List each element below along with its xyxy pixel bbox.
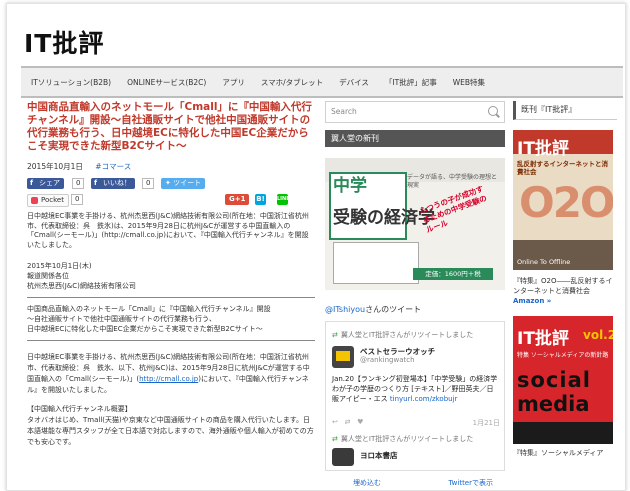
cover-big-title-1: social — [517, 368, 591, 392]
article-meta: 2015年10月1日 #コマース — [27, 161, 315, 172]
article-body: 日中越境EC事業を手掛ける、杭州杰思西(J&C)網絡技術有限公司(所在地：中国浙… — [27, 353, 310, 394]
magazine-cover-o2o[interactable]: IT批評 乱反射するインターネットと消費社会 O2O Online To Off… — [513, 130, 613, 270]
amazon-link[interactable]: Amazon » — [513, 297, 551, 305]
facebook-like-button[interactable]: f いいね！ — [91, 178, 135, 189]
release-company: 杭州杰思西(J&C)網絡技術有限公司 — [27, 282, 136, 290]
divider — [27, 297, 315, 298]
hatena-bookmark-button[interactable]: B! — [255, 194, 266, 205]
book-cover[interactable]: 中学 受験の経済学 データが語る、中学受験の理想と現実 ふつうの子が成功するため… — [325, 158, 505, 290]
retweet-icon: ⇄ — [332, 331, 338, 339]
cover-brand: IT批評 — [517, 329, 569, 349]
tweets-heading: @ITshiyouさんのツイート — [325, 305, 422, 314]
tweet-link[interactable]: tinyurl.com/zkobujr — [390, 395, 458, 403]
magazine-caption: 『特集』O2O――乱反射するインターネットと消費社会 Amazon » — [513, 277, 613, 305]
retweet-notice: ⇄ 翼人堂とIT批評さんがリツイートしました — [332, 331, 474, 339]
facebook-icon: f — [30, 179, 34, 187]
sidebar: 既刊『IT批評』 IT批評 乱反射するインターネットと消費社会 O2O Onli… — [513, 101, 617, 458]
tweet-author-name[interactable]: ヨロ本書店 — [360, 450, 398, 461]
share-bar: f シェア 0 f いいね！ 0 ✦ ツイート — [27, 178, 315, 189]
cover-brand: IT批評 — [517, 139, 569, 159]
nav-item-device[interactable]: デバイス — [331, 77, 377, 88]
cover-footer-text: Online To Offline — [517, 258, 571, 266]
middle-column: Search 翼人堂の新刊 中学 受験の経済学 データが語る、中学受験の理想と現… — [325, 101, 505, 490]
release-date: 2015年10月1日(木) — [27, 262, 92, 270]
nav-item-smartphone[interactable]: スマホ/タブレット — [253, 77, 331, 88]
tweet-button[interactable]: ✦ ツイート — [161, 178, 206, 189]
reply-icon[interactable]: ↩ — [332, 418, 338, 426]
cover-big-title-2: media — [517, 392, 590, 416]
page-frame: IT批評 ITソリューション(B2B) ONLINEサービス(B2C) アプリ … — [6, 3, 626, 491]
article-date: 2015年10月1日 — [27, 162, 83, 171]
pocket-count: 0 — [71, 194, 84, 205]
main-nav: ITソリューション(B2B) ONLINEサービス(B2C) アプリ スマホ/タ… — [21, 66, 623, 98]
cover-subtitle: 特集 ソーシャルメディアの新針路 — [517, 352, 609, 359]
nav-item-articles[interactable]: 「IT批評」記事 — [377, 77, 445, 88]
nav-item-it-solution[interactable]: ITソリューション(B2B) — [21, 77, 119, 88]
article: 中国商品直輸入のネットモール「Cmall」に『中国輸入代行チャンネル』開設〜自社… — [27, 101, 315, 448]
tweet-author-handle[interactable]: @rankingwatch — [360, 356, 415, 364]
release-headline-line: 〜自社通販サイトで他社中国通販サイトの代行業務も行う、 — [27, 315, 216, 323]
like-icon[interactable]: ♥ — [357, 418, 363, 426]
twitter-timeline: ⇄ 翼人堂とIT批評さんがリツイートしました ベストセラーウオッチ @rankin… — [325, 321, 505, 471]
share-bar-2: Pocket 0 G+1 B! LINE — [27, 194, 315, 207]
pocket-button[interactable]: Pocket — [27, 194, 69, 207]
article-tag[interactable]: #コマース — [95, 162, 131, 171]
facebook-share-button[interactable]: f シェア — [27, 178, 64, 189]
release-headline: 中国商品直輸入のネットモール「Cmall」に『中国輸入代行チャンネル』開設 〜自… — [27, 304, 315, 334]
press-release-info: 2015年10月1日(木) 報道関係各位 杭州杰思西(J&C)網絡技術有限公司 — [27, 261, 315, 291]
article-title: 中国商品直輸入のネットモール「Cmall」に『中国輸入代行チャンネル』開設〜自社… — [27, 101, 312, 152]
release-audience: 報道関係各位 — [27, 272, 69, 280]
retweet-notice: ⇄ 翼人堂とIT批評さんがリツイートしました — [332, 435, 474, 443]
retweet-icon: ⇄ — [332, 435, 338, 443]
embed-link[interactable]: 埋め込む — [353, 478, 381, 488]
cover-price: 定価：1600円＋税 — [413, 268, 493, 280]
cover-subtitle: 乱反射するインターネットと消費社会 — [517, 160, 608, 176]
cover-title-line1: 中学 — [333, 176, 367, 196]
twitter-user-link[interactable]: @ITshiyou — [325, 305, 365, 314]
avatar[interactable] — [332, 448, 354, 466]
cover-diagram — [333, 242, 419, 284]
new-books-heading: 翼人堂の新刊 — [325, 130, 505, 147]
site-logo[interactable]: IT批評 — [24, 24, 104, 60]
cover-tagline: ふつうの子が成功するための中学受験のルール — [418, 184, 488, 235]
nav-item-web-feature[interactable]: WEB特集 — [445, 77, 493, 88]
tweet-text: Jan.20【ランキング初登場本】「中学受験」の経済学 わが子の学歴のつくり方 … — [332, 375, 498, 403]
cover-footer-band — [513, 422, 613, 444]
pocket-icon — [31, 197, 38, 204]
search-input[interactable]: Search — [331, 107, 357, 116]
article-lead: 日中越境EC事業を手掛ける、杭州杰思西(J&C)網絡技術有限公司(所在地：中国浙… — [27, 212, 309, 249]
facebook-like-count: 0 — [142, 178, 155, 189]
cover-big-title: O2O — [519, 178, 613, 227]
search-box[interactable]: Search — [325, 101, 505, 123]
cmall-link[interactable]: http://cmall.co.jp — [139, 375, 198, 383]
sidebar-heading: 既刊『IT批評』 — [513, 101, 617, 120]
search-icon[interactable] — [488, 106, 498, 116]
view-on-twitter-link[interactable]: Twitterで表示 — [449, 478, 493, 488]
cover-volume: vol.2 — [583, 328, 613, 342]
article-section: 【中国輸入代行チャンネル概要】 タオバオはじめ、Tmall(天猫)や京東など中国… — [27, 404, 315, 448]
magazine-cover-social-media[interactable]: IT批評 vol.2 特集 ソーシャルメディアの新針路 social media — [513, 316, 613, 444]
facebook-share-count: 0 — [72, 178, 85, 189]
tweet-actions: ↩ ⇄ ♥ 1月21日 — [332, 418, 500, 428]
release-headline-line: 日中越境ECに特化した中国EC企業だからこそ実現できた新型B2Cサイト〜 — [27, 325, 263, 333]
divider — [27, 340, 315, 341]
twitter-icon: ✦ — [165, 179, 174, 187]
google-plus-button[interactable]: G+1 — [225, 194, 250, 205]
facebook-icon: f — [94, 179, 98, 187]
nav-item-app[interactable]: アプリ — [214, 77, 253, 88]
release-headline-line: 中国商品直輸入のネットモール「Cmall」に『中国輸入代行チャンネル』開設 — [27, 305, 271, 313]
retweet-action-icon[interactable]: ⇄ — [345, 418, 351, 426]
line-share-button[interactable]: LINE — [277, 194, 290, 205]
section-body: タオバオはじめ、Tmall(天猫)や京東など中国通販サイトの商品を購入代行いたし… — [27, 416, 314, 446]
twitter-footer: 埋め込む Twitterで表示 — [325, 475, 505, 490]
magazine-caption-2: 『特集』ソーシャルメディア — [513, 449, 604, 457]
section-heading: 【中国輸入代行チャンネル概要】 — [27, 405, 132, 413]
tweet-date[interactable]: 1月21日 — [473, 418, 500, 428]
nav-item-online-service[interactable]: ONLINEサービス(B2C) — [119, 77, 214, 88]
avatar[interactable] — [332, 346, 354, 368]
